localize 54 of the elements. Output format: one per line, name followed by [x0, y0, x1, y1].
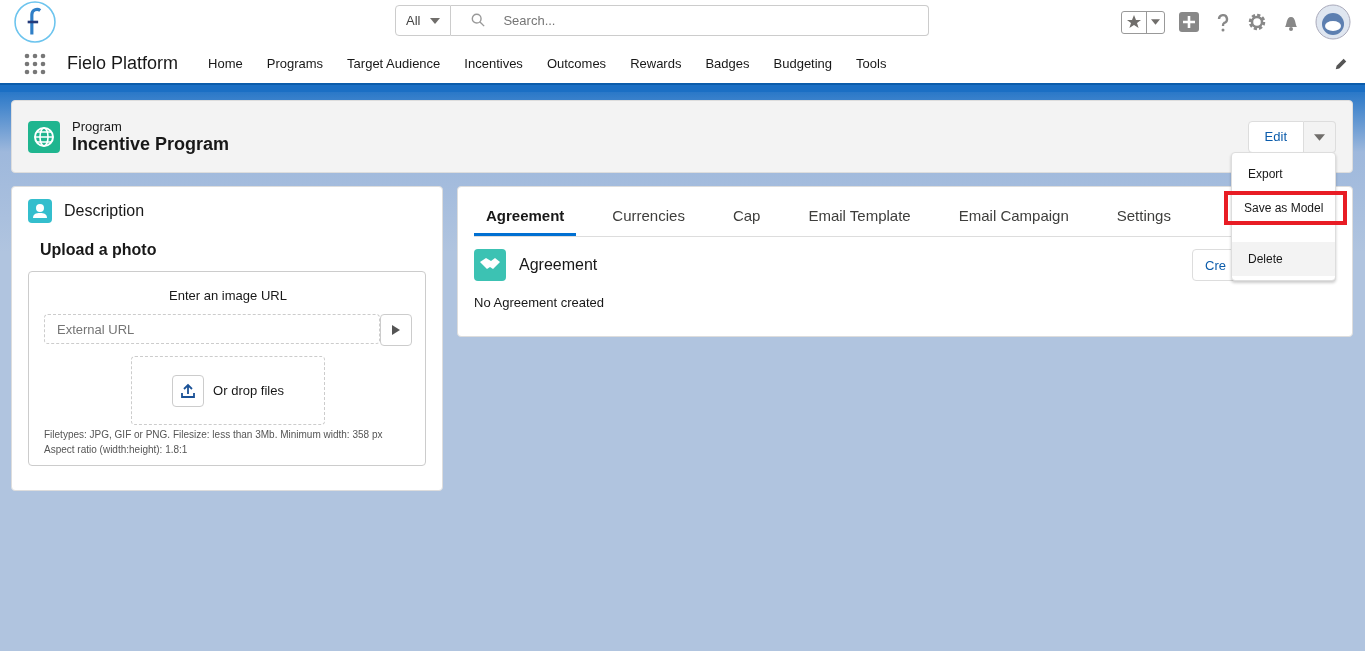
section-title: Agreement	[519, 256, 598, 274]
card-title: Description	[64, 202, 145, 220]
settings-icon[interactable]	[1247, 12, 1267, 32]
nav-item[interactable]: Home	[208, 56, 243, 71]
edit-pencil-icon[interactable]	[1334, 56, 1348, 71]
avatar-icon[interactable]	[1315, 4, 1351, 40]
search-scope-dropdown[interactable]: All	[395, 5, 452, 36]
menu-item[interactable]: Delete	[1232, 242, 1335, 276]
star-icon	[1126, 14, 1142, 30]
record-type: Program	[72, 118, 123, 134]
menu-item[interactable]: Save as Model	[1224, 191, 1347, 225]
globe-icon	[28, 120, 60, 153]
handshake-icon	[474, 249, 506, 281]
nav-item[interactable]: Tools	[856, 56, 887, 71]
help-text: Aspect ratio (width:height): 1.8:1	[44, 445, 188, 455]
search-field[interactable]: Search...	[451, 5, 930, 36]
logo-icon[interactable]	[14, 1, 56, 43]
tab[interactable]: Email Campaign	[946, 197, 1081, 236]
help-text: Filetypes: JPG, GIF or PNG. Filesize: less than 3Mb. Minimum width: 358 px	[44, 430, 383, 440]
caret-icon	[430, 17, 441, 24]
upload-button[interactable]	[172, 374, 205, 407]
nav-item[interactable]: Rewards	[630, 56, 682, 71]
menu-item[interactable]: Export	[1232, 157, 1335, 191]
nav-item[interactable]: Incentives	[464, 56, 523, 71]
tab[interactable]: Cap	[720, 197, 773, 236]
record-title: Incentive Program	[72, 133, 230, 155]
more-actions-button[interactable]	[1304, 120, 1336, 153]
app-name: Fielo Platform	[67, 53, 179, 74]
play-icon	[392, 324, 400, 335]
add-icon[interactable]	[1179, 12, 1199, 32]
url-label: Enter an image URL	[169, 288, 287, 303]
empty-message: No Agreement created	[474, 295, 606, 310]
caret-icon	[1151, 19, 1160, 25]
nav-item[interactable]: Outcomes	[546, 56, 607, 71]
upload-icon	[180, 382, 197, 399]
edit-button[interactable]: Edit	[1247, 120, 1304, 153]
nav-item[interactable]: Target Audience	[347, 56, 441, 71]
person-icon	[28, 199, 52, 223]
tab[interactable]: Email Template	[796, 197, 923, 236]
search-icon	[471, 13, 486, 27]
favorites-button[interactable]	[1121, 10, 1165, 34]
tab[interactable]: Currencies	[600, 197, 697, 236]
url-input-field[interactable]: External URL	[44, 314, 380, 344]
tab[interactable]: Agreement	[474, 197, 577, 236]
nav-item[interactable]: Badges	[705, 56, 750, 71]
drop-label: Or drop files	[213, 383, 284, 398]
nav-item[interactable]: Budgeting	[773, 56, 833, 71]
tab[interactable]: Settings	[1104, 197, 1183, 236]
nav-item[interactable]: Programs	[266, 56, 324, 71]
drop-zone[interactable]: Or drop files	[131, 356, 325, 425]
submit-button[interactable]	[380, 314, 412, 346]
caret-icon	[1314, 134, 1325, 141]
upload-title: Upload a photo	[40, 241, 158, 259]
app-launcher-icon[interactable]	[24, 52, 46, 75]
